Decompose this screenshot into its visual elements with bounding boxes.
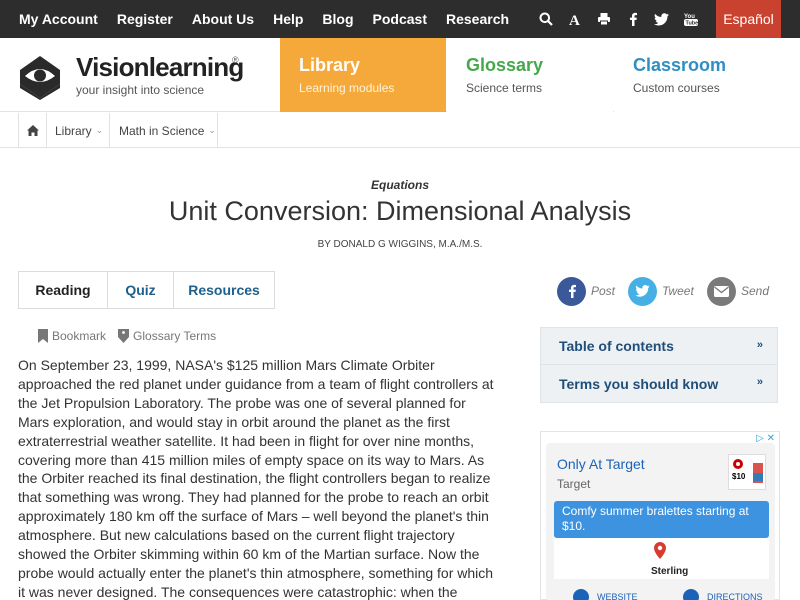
utility-icons: A You Tube: [538, 0, 698, 38]
podcast-link[interactable]: Podcast: [373, 11, 427, 27]
twitter-icon: [628, 276, 657, 306]
visionlearning-logo[interactable]: Visionlearning ® your insight into scien…: [18, 52, 258, 100]
logo-tagline: your insight into science: [76, 83, 205, 97]
terms-you-should-know-toggle[interactable]: Terms you should know »: [541, 365, 777, 402]
ad-promo[interactable]: Comfy summer bralettes starting at $10.: [554, 501, 769, 538]
breadcrumb-math-in-science[interactable]: Math in Science ⌄: [110, 113, 218, 148]
table-of-contents-toggle[interactable]: Table of contents »: [541, 328, 777, 365]
nav-tab-classroom[interactable]: Classroom Custom courses: [614, 38, 800, 112]
ad-website-button[interactable]: WEBSITE: [573, 589, 638, 600]
share-twitter-button[interactable]: Tweet: [628, 276, 694, 306]
search-icon[interactable]: [538, 12, 553, 27]
double-chevron-down-icon: »: [756, 376, 763, 388]
nav-tab-subtitle: Learning modules: [299, 81, 395, 95]
article-tabs: Reading Quiz Resources: [18, 271, 275, 309]
ad-map[interactable]: Sterling: [554, 538, 769, 579]
nav-tab-title: Glossary: [466, 55, 544, 75]
share-facebook-button[interactable]: Post: [557, 276, 615, 306]
svg-text:A: A: [569, 13, 580, 26]
nav-tab-title: Classroom: [633, 55, 727, 75]
article-tools: Bookmark Glossary Terms: [38, 328, 228, 344]
ad-directions-button[interactable]: DIRECTIONS: [683, 589, 763, 600]
print-icon[interactable]: [596, 12, 611, 27]
bookmark-button[interactable]: Bookmark: [38, 329, 106, 343]
register-link[interactable]: Register: [117, 11, 173, 27]
my-account-link[interactable]: My Account: [19, 11, 98, 27]
home-icon: [26, 125, 39, 136]
ad-button-label: WEBSITE: [597, 592, 638, 600]
nav-tab-glossary[interactable]: Glossary Science terms: [447, 38, 613, 112]
map-location-label: Sterling: [651, 566, 689, 577]
breadcrumb-library[interactable]: Library ⌄: [47, 113, 110, 148]
youtube-icon[interactable]: You Tube: [683, 12, 698, 27]
tag-icon: [118, 329, 130, 343]
tab-resources[interactable]: Resources: [174, 272, 274, 308]
top-bar: My Account Register About Us Help Blog P…: [0, 0, 800, 38]
facebook-icon[interactable]: [625, 12, 640, 27]
sidebar-panel: Table of contents » Terms you should kno…: [540, 327, 778, 403]
about-us-link[interactable]: About Us: [192, 11, 254, 27]
sidebar-item-label: Terms you should know: [559, 375, 719, 392]
share-label: Tweet: [662, 284, 694, 298]
breadcrumb: Library ⌄ Math in Science ⌄: [0, 113, 800, 148]
breadcrumb-label: Math in Science: [119, 123, 205, 138]
glossary-terms-button[interactable]: Glossary Terms: [118, 329, 216, 343]
globe-icon: [573, 589, 589, 600]
tab-quiz[interactable]: Quiz: [108, 272, 174, 308]
blog-link[interactable]: Blog: [322, 11, 353, 27]
home-crumb[interactable]: [18, 113, 47, 148]
nav-tab-subtitle: Custom courses: [633, 81, 720, 95]
breadcrumb-label: Library: [55, 123, 92, 138]
article-body: On September 23, 1999, NASA's $125 milli…: [18, 357, 494, 600]
svg-text:Tube: Tube: [685, 21, 698, 26]
share-label: Post: [591, 284, 616, 298]
ad-advertiser: Target: [557, 477, 591, 491]
ad-button-label: DIRECTIONS: [707, 592, 763, 600]
logo-wordmark: Visionlearning: [76, 52, 244, 82]
tab-reading[interactable]: Reading: [19, 272, 108, 308]
eye-logo-icon: [20, 56, 60, 100]
help-link[interactable]: Help: [273, 11, 303, 27]
directions-icon: [683, 589, 699, 600]
bookmark-icon: [38, 329, 48, 343]
glossary-terms-label: Glossary Terms: [133, 329, 217, 343]
ad-product-image[interactable]: $10: [728, 454, 766, 490]
article-category: Equations: [370, 178, 429, 192]
account-nav: My Account Register About Us Help Blog P…: [19, 0, 509, 38]
ad-card[interactable]: Only At Target Target $10 Comfy summer b…: [546, 443, 775, 600]
svg-text:$10: $10: [732, 472, 746, 481]
nav-tab-library[interactable]: Library Learning modules: [280, 38, 446, 112]
email-icon: [707, 276, 736, 306]
site-header: Visionlearning ® your insight into scien…: [0, 38, 800, 112]
chevron-down-icon: ⌄: [208, 125, 216, 135]
nav-tab-subtitle: Science terms: [466, 81, 543, 95]
registered-mark: ®: [232, 55, 239, 65]
sidebar-item-label: Table of contents: [559, 338, 674, 354]
share-email-button[interactable]: Send: [707, 276, 769, 306]
article-byline: BY DONALD G WIGGINS, M.A./M.S.: [317, 239, 483, 250]
bookmark-label: Bookmark: [52, 329, 107, 343]
map-pin-icon: [654, 542, 666, 559]
research-link[interactable]: Research: [446, 11, 509, 27]
nav-tab-title: Library: [299, 55, 361, 75]
twitter-icon[interactable]: [654, 12, 669, 27]
language-button[interactable]: Español: [716, 0, 781, 38]
double-chevron-down-icon: »: [756, 339, 763, 351]
ad-title[interactable]: Only At Target: [557, 456, 645, 472]
chevron-down-icon: ⌄: [95, 125, 104, 135]
share-label: Send: [741, 284, 770, 298]
page-title: Unit Conversion: Dimensional Analysis: [168, 196, 632, 226]
facebook-icon: [557, 276, 586, 306]
advertisement: ▷ ✕ Only At Target Target $10 Comfy summ…: [540, 431, 780, 600]
font-size-icon[interactable]: A: [567, 12, 582, 27]
